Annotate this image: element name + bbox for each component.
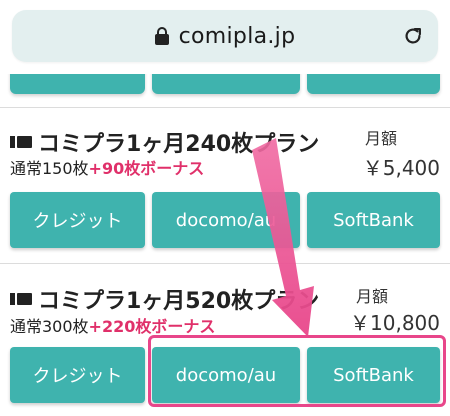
reload-icon[interactable] — [402, 25, 424, 47]
docomo-au-button[interactable]: docomo/au — [152, 192, 300, 248]
ticket-icon — [10, 292, 32, 306]
lock-icon — [154, 27, 169, 45]
credit-button[interactable]: クレジット — [10, 347, 145, 403]
plan-bonus: +220枚ボーナス — [88, 317, 216, 336]
plan-subtitle: 通常150枚+90枚ボーナス — [10, 155, 204, 179]
plan-title: コミプラ1ヶ月520枚プラン — [10, 283, 319, 315]
browser-top-bar: comipla.jp — [0, 0, 450, 74]
highlight-box — [148, 335, 446, 407]
price-label: 月額 — [365, 129, 398, 148]
plan-bonus: +90枚ボーナス — [88, 159, 205, 178]
plan-title-text: コミプラ1ヶ月520枚プラン — [38, 289, 320, 314]
divider — [0, 107, 450, 108]
plan-title-text: コミプラ1ヶ月240枚プラン — [38, 132, 320, 157]
divider — [0, 263, 450, 264]
plan-title: コミプラ1ヶ月240枚プラン — [10, 126, 319, 158]
plan-subtitle: 通常300枚+220枚ボーナス — [10, 313, 215, 337]
address-bar[interactable]: comipla.jp — [12, 10, 438, 62]
plan-normal-count: 通常150枚 — [10, 159, 89, 178]
price: ￥10,800 — [350, 311, 440, 335]
credit-button[interactable]: クレジット — [10, 192, 145, 248]
price: ￥5,400 — [362, 156, 440, 180]
softbank-button[interactable]: SoftBank — [307, 192, 440, 248]
plan-normal-count: 通常300枚 — [10, 317, 89, 336]
ticket-icon — [10, 135, 32, 149]
url-text: comipla.jp — [178, 23, 296, 49]
price-label: 月額 — [356, 287, 389, 306]
